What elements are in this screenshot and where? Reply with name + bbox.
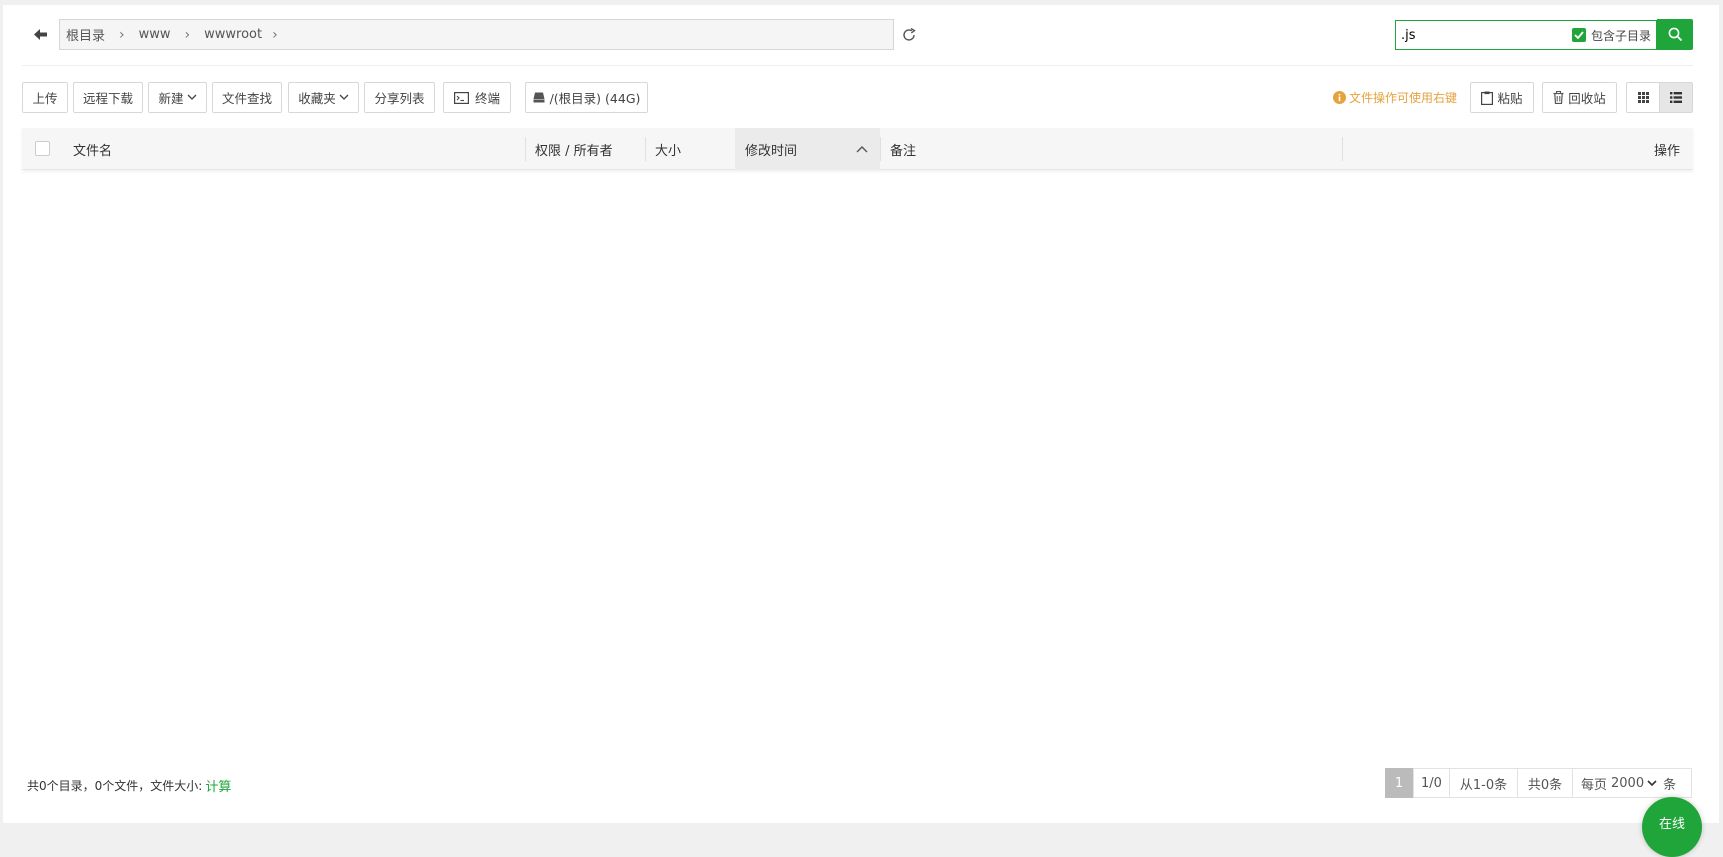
refresh-button[interactable] xyxy=(893,19,924,50)
include-subdir-checkbox[interactable] xyxy=(1572,28,1586,42)
file-summary: 共0个目录，0个文件，文件大小: 计算 xyxy=(27,776,231,795)
clipboard-icon xyxy=(1481,91,1494,105)
paste-label: 粘贴 xyxy=(1497,91,1523,106)
share-list-label: 分享列表 xyxy=(374,91,425,106)
page-total-label: 共0条 xyxy=(1527,777,1563,793)
new-label: 新建 xyxy=(158,91,184,106)
column-actions-label: 操作 xyxy=(1653,143,1680,159)
page-current[interactable]: 1 xyxy=(1385,768,1413,798)
share-list-button[interactable]: 分享列表 xyxy=(364,82,435,113)
search-icon xyxy=(1668,27,1682,42)
page-ratio: 1/0 xyxy=(1413,768,1450,798)
page-current-label: 1 xyxy=(1394,775,1404,791)
divider xyxy=(22,65,1693,66)
upload-button[interactable]: 上传 xyxy=(22,82,68,113)
grid-view-button[interactable] xyxy=(1626,82,1660,113)
chevron-down-icon xyxy=(339,94,349,100)
page-range: 从1-0条 xyxy=(1449,768,1518,798)
chevron-right-icon: › xyxy=(272,26,278,43)
new-dropdown-button[interactable]: 新建 xyxy=(148,82,207,113)
breadcrumb-item-www[interactable]: www xyxy=(139,27,171,42)
sort-asc-icon xyxy=(856,146,868,153)
per-page-select[interactable]: 2000 xyxy=(1611,776,1657,791)
chevron-right-icon: › xyxy=(184,26,191,43)
arrow-left-icon xyxy=(34,29,47,40)
refresh-icon xyxy=(903,27,916,41)
breadcrumb: 根目录 › www › wwwroot › xyxy=(66,19,278,50)
search-input[interactable] xyxy=(1397,22,1557,48)
page-range-label: 从1-0条 xyxy=(1459,777,1508,793)
disk-label: /(根目录) (44G) xyxy=(549,91,641,106)
favorites-label: 收藏夹 xyxy=(298,91,336,106)
per-page-group: 每页 2000 条 xyxy=(1572,768,1692,798)
paste-button[interactable]: 粘贴 xyxy=(1470,82,1534,113)
chevron-down-icon xyxy=(1647,779,1657,786)
favorites-dropdown-button[interactable]: 收藏夹 xyxy=(288,82,359,113)
breadcrumb-item-root[interactable]: 根目录 xyxy=(66,25,105,44)
column-divider xyxy=(525,137,526,161)
per-page-label: 每页 xyxy=(1581,777,1608,793)
recycle-bin-button[interactable]: 回收站 xyxy=(1542,82,1617,113)
find-file-button[interactable]: 文件查找 xyxy=(212,82,282,113)
column-remark-label: 备注 xyxy=(890,143,917,159)
hdd-icon xyxy=(533,92,545,103)
check-icon xyxy=(1574,31,1584,39)
terminal-icon xyxy=(453,91,469,104)
column-permission[interactable]: 权限 / 所有者 xyxy=(535,128,645,170)
column-filename[interactable]: 文件名 xyxy=(73,128,525,170)
column-filename-label: 文件名 xyxy=(73,143,113,159)
list-icon xyxy=(1670,92,1682,103)
chevron-right-icon: › xyxy=(119,26,125,43)
include-subdir-label[interactable]: 包含子目录 xyxy=(1591,27,1651,44)
online-label: 在线 xyxy=(1658,817,1685,832)
terminal-button[interactable]: 终端 xyxy=(443,82,511,113)
page-ratio-label: 1/0 xyxy=(1421,775,1442,791)
column-size-label: 大小 xyxy=(655,143,682,159)
disk-button[interactable]: /(根目录) (44G) xyxy=(525,82,648,113)
per-page-unit: 条 xyxy=(1663,777,1677,793)
terminal-label: 终端 xyxy=(474,91,500,106)
grid-icon xyxy=(1637,92,1649,103)
right-click-hint: 文件操作可使用右键 xyxy=(1333,89,1457,106)
column-permission-label: 权限 / 所有者 xyxy=(535,143,613,159)
summary-text: 共0个目录，0个文件，文件大小: xyxy=(27,779,203,793)
upload-label: 上传 xyxy=(32,91,58,106)
column-actions: 操作 xyxy=(1600,128,1680,170)
per-page-value: 2000 xyxy=(1611,775,1645,791)
column-divider xyxy=(1342,137,1343,161)
search-button[interactable] xyxy=(1657,19,1693,50)
recycle-bin-label: 回收站 xyxy=(1568,91,1606,106)
column-remark[interactable]: 备注 xyxy=(890,128,1340,170)
trash-icon xyxy=(1553,91,1564,104)
back-button[interactable] xyxy=(22,19,60,50)
chevron-down-icon xyxy=(187,94,196,100)
info-icon xyxy=(1333,91,1346,104)
remote-download-label: 远程下载 xyxy=(82,91,133,106)
list-view-button[interactable] xyxy=(1659,82,1693,113)
column-divider xyxy=(645,137,646,161)
page-total: 共0条 xyxy=(1517,768,1573,798)
online-service-button[interactable]: 在线 xyxy=(1642,797,1702,857)
column-divider xyxy=(880,137,881,161)
column-size[interactable]: 大小 xyxy=(655,128,735,170)
hint-text: 文件操作可使用右键 xyxy=(1349,91,1458,105)
breadcrumb-item-wwwroot[interactable]: wwwroot xyxy=(204,27,262,42)
calculate-size-link[interactable]: 计算 xyxy=(205,776,231,795)
column-mtime[interactable]: 修改时间 xyxy=(735,128,880,170)
column-mtime-label: 修改时间 xyxy=(745,143,798,159)
select-all-checkbox[interactable] xyxy=(35,141,50,156)
remote-download-button[interactable]: 远程下载 xyxy=(73,82,143,113)
find-file-label: 文件查找 xyxy=(221,91,272,106)
